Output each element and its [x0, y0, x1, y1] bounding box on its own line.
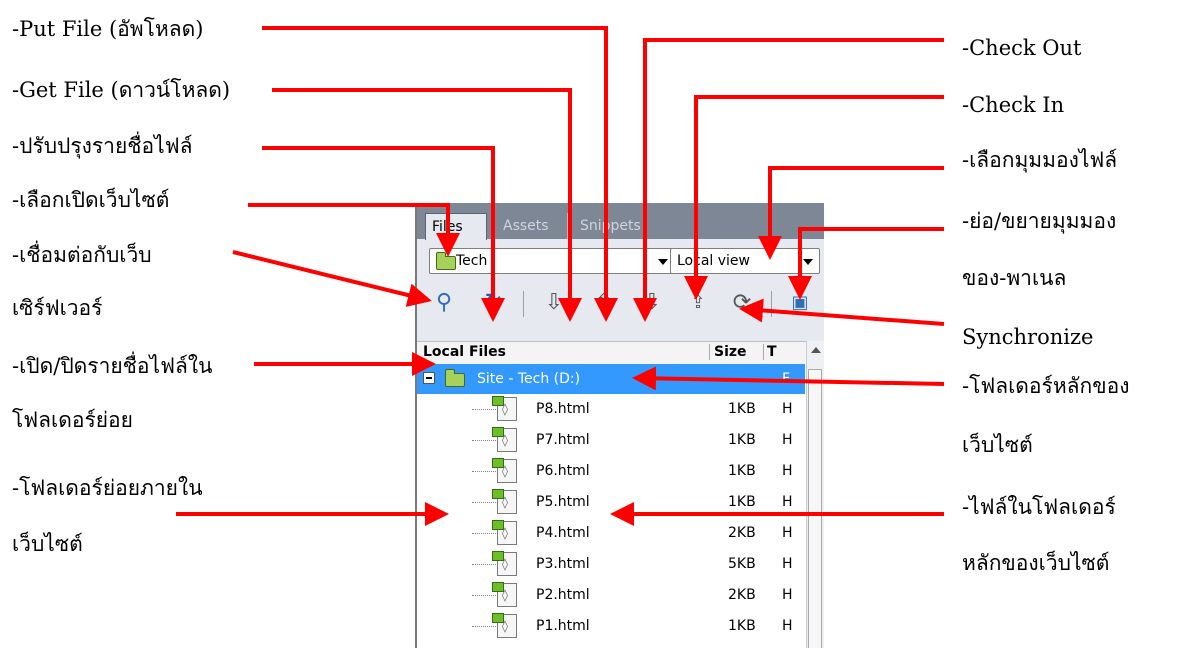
arrow-root-folder [632, 366, 945, 391]
annotation-arrows [176, 26, 945, 526]
arrow-collapse [788, 227, 944, 300]
arrow-check-in [684, 95, 944, 300]
arrow-view-select [758, 166, 944, 260]
arrow-put-file [262, 26, 618, 322]
arrow-connect [232, 250, 432, 307]
arrow-check-out [633, 38, 944, 322]
arrow-site-select [248, 203, 460, 257]
arrow-synchronize [739, 298, 945, 326]
arrow-refresh [262, 146, 505, 322]
